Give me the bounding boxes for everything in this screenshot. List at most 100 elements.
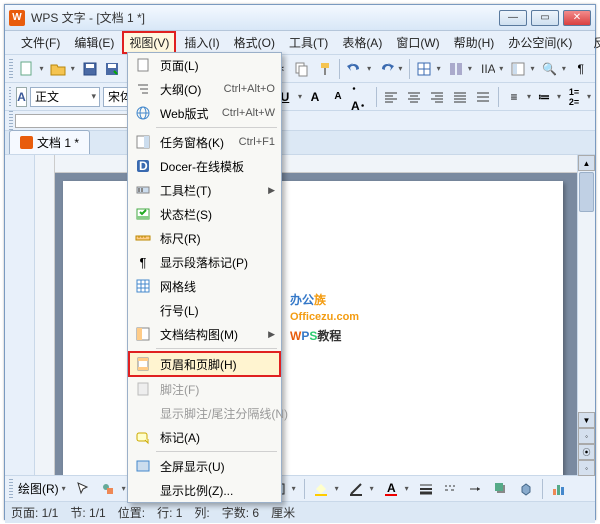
align-right-button[interactable] bbox=[427, 87, 447, 107]
align-distribute-button[interactable] bbox=[473, 87, 493, 107]
vertical-ruler[interactable] bbox=[35, 155, 55, 475]
menu-file[interactable]: 文件(F) bbox=[15, 32, 66, 53]
menu-item-label: 网格线 bbox=[160, 278, 275, 295]
save-button[interactable] bbox=[79, 58, 100, 80]
menu-item-label: 页面(L) bbox=[160, 57, 275, 74]
ruler-icon bbox=[134, 229, 152, 247]
numbering-button[interactable]: 1=2= bbox=[564, 87, 584, 107]
scroll-up-button[interactable]: ▲ bbox=[578, 155, 595, 171]
menu-item-linenum[interactable]: 行号(L) bbox=[128, 298, 281, 322]
grip-icon[interactable] bbox=[9, 111, 13, 131]
draw-menu[interactable]: 绘图(R) bbox=[18, 480, 59, 497]
scroll-thumb[interactable] bbox=[579, 172, 594, 212]
arrow-style-button[interactable] bbox=[465, 478, 487, 500]
select-button[interactable] bbox=[72, 478, 94, 500]
menu-item-toolbar[interactable]: 工具栏(T)▶ bbox=[128, 178, 281, 202]
menu-item-web[interactable]: Web版式Ctrl+Alt+W bbox=[128, 101, 281, 125]
new-button[interactable] bbox=[17, 58, 38, 80]
toolbar-icon bbox=[134, 181, 152, 199]
menu-item-docmap[interactable]: 文档结构图(M) ▶ bbox=[128, 322, 281, 346]
menu-item-statusbar[interactable]: 状态栏(S) bbox=[128, 202, 281, 226]
menu-format[interactable]: 格式(O) bbox=[228, 32, 281, 53]
menu-table[interactable]: 表格(A) bbox=[336, 32, 388, 53]
find-replace-button[interactable]: 🔍 bbox=[539, 58, 560, 80]
browse-object-button[interactable]: ⦿ bbox=[578, 444, 595, 460]
menu-item-outline[interactable]: 大纲(O)Ctrl+Alt+O bbox=[128, 77, 281, 101]
document-tab[interactable]: 文档 1 * bbox=[9, 130, 90, 154]
window-title: WPS 文字 - [文档 1 *] bbox=[31, 9, 499, 26]
growfont-button[interactable]: A bbox=[305, 87, 325, 107]
columns-button[interactable] bbox=[445, 58, 466, 80]
line-style-button[interactable] bbox=[415, 478, 437, 500]
menu-item-headerfooter[interactable]: 页眉和页脚(H) bbox=[128, 351, 281, 377]
markup-icon bbox=[134, 428, 152, 446]
menu-view[interactable]: 视图(V) bbox=[122, 31, 176, 54]
menu-item-fullscreen[interactable]: 全屏显示(U) bbox=[128, 454, 281, 478]
watermark-logo: 办公族 Officezu.com WPS教程 bbox=[290, 280, 359, 345]
redo-button[interactable] bbox=[376, 58, 397, 80]
minimize-button[interactable]: — bbox=[499, 10, 527, 26]
font-color-button[interactable]: A bbox=[380, 478, 402, 500]
align-center-button[interactable] bbox=[404, 87, 424, 107]
menu-item-ruler[interactable]: 标尺(R) bbox=[128, 226, 281, 250]
saveas-button[interactable] bbox=[102, 58, 123, 80]
line-color-button[interactable] bbox=[345, 478, 367, 500]
emphasis-button[interactable]: ･A･ bbox=[351, 87, 371, 107]
menu-tools[interactable]: 工具(T) bbox=[283, 32, 334, 53]
textdir-button[interactable]: IIA bbox=[477, 58, 498, 80]
menu-insert[interactable]: 插入(I) bbox=[178, 32, 225, 53]
menu-item-page[interactable]: 页面(L) bbox=[128, 53, 281, 77]
close-button[interactable]: ✕ bbox=[563, 10, 591, 26]
styles-icon[interactable]: A bbox=[16, 87, 27, 107]
grip-icon[interactable] bbox=[9, 87, 11, 107]
submenu-arrow-icon: ▶ bbox=[268, 329, 275, 340]
menu-officespace[interactable]: 办公空间(K) bbox=[502, 32, 578, 53]
scroll-down-button[interactable]: ▼ bbox=[578, 412, 595, 428]
menu-edit[interactable]: 编辑(E) bbox=[68, 32, 120, 53]
align-justify-button[interactable] bbox=[450, 87, 470, 107]
menu-window[interactable]: 窗口(W) bbox=[390, 32, 445, 53]
vertical-scrollbar[interactable]: ▲ ▼ ◦ ⦿ ◦ bbox=[577, 155, 595, 475]
open-button[interactable] bbox=[48, 58, 69, 80]
menu-item-docer[interactable]: DDocer-在线模板 bbox=[128, 154, 281, 178]
linespacing-button[interactable]: ≡ bbox=[504, 87, 524, 107]
menu-item-paramark[interactable]: ¶显示段落标记(P) bbox=[128, 250, 281, 274]
menu-item-label: 全屏显示(U) bbox=[160, 458, 275, 475]
paragraph-button[interactable]: ¶ bbox=[570, 58, 591, 80]
menu-item-taskpane[interactable]: 任务窗格(K)Ctrl+F1 bbox=[128, 130, 281, 154]
bullets-button[interactable]: ≔ bbox=[534, 87, 554, 107]
menubar: 文件(F) 编辑(E) 视图(V) 插入(I) 格式(O) 工具(T) 表格(A… bbox=[5, 31, 595, 55]
grip-icon[interactable] bbox=[9, 59, 13, 79]
linenum-icon bbox=[134, 301, 152, 319]
copy-button[interactable] bbox=[292, 58, 313, 80]
status-column: 列: bbox=[194, 504, 209, 521]
shadow-button[interactable] bbox=[490, 478, 512, 500]
menu-item-markup[interactable]: 标记(A) bbox=[128, 425, 281, 449]
shrinkfont-button[interactable]: A bbox=[328, 87, 348, 107]
menu-item-label: 标记(A) bbox=[160, 429, 275, 446]
next-page-button[interactable]: ◦ bbox=[578, 460, 595, 476]
style-select[interactable]: 正文 bbox=[30, 87, 100, 107]
menu-item-label: 行号(L) bbox=[160, 302, 275, 319]
undo-button[interactable] bbox=[344, 58, 365, 80]
menu-item-zoom[interactable]: 显示比例(Z)... bbox=[128, 478, 281, 502]
dash-style-button[interactable] bbox=[440, 478, 462, 500]
menu-feedback[interactable]: 反馈(B) bbox=[587, 32, 600, 53]
maximize-button[interactable]: ▭ bbox=[531, 10, 559, 26]
fill-color-button[interactable] bbox=[310, 478, 332, 500]
ruler-segment[interactable] bbox=[15, 114, 135, 128]
docmap-button[interactable] bbox=[508, 58, 529, 80]
prev-page-button[interactable]: ◦ bbox=[578, 428, 595, 444]
autoshapes-button[interactable] bbox=[97, 478, 119, 500]
menu-item-label: 文档结构图(M) bbox=[160, 326, 260, 343]
align-left-button[interactable] bbox=[381, 87, 401, 107]
menu-item-label: 工具栏(T) bbox=[160, 182, 260, 199]
table-button[interactable] bbox=[414, 58, 435, 80]
grip-icon[interactable] bbox=[9, 479, 13, 499]
menu-item-grid[interactable]: 网格线 bbox=[128, 274, 281, 298]
3d-button[interactable] bbox=[515, 478, 537, 500]
formatpainter-button[interactable] bbox=[315, 58, 336, 80]
insert-chart-button[interactable] bbox=[548, 478, 570, 500]
status-section: 节: 1/1 bbox=[70, 504, 105, 521]
menu-help[interactable]: 帮助(H) bbox=[448, 32, 501, 53]
